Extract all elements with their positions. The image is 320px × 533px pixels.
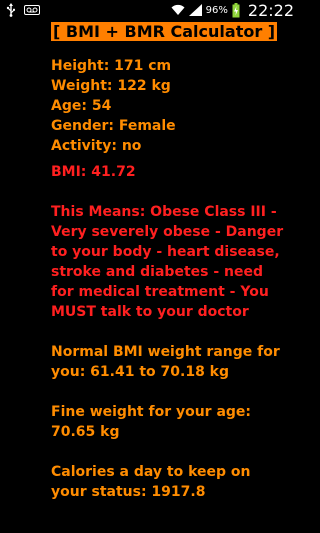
status-bar: 96% 22:22 — [0, 0, 300, 20]
gender-value: Gender: Female — [51, 118, 176, 134]
usb-icon — [6, 3, 16, 17]
user-info: Height: 171 cm Weight: 122 kg Age: 54 Ge… — [51, 56, 291, 156]
calculator-results: [ BMI + BMR Calculator ] Height: 171 cm … — [51, 22, 291, 502]
clock: 22:22 — [247, 0, 294, 20]
app-title: [ BMI + BMR Calculator ] — [51, 22, 278, 41]
battery-percent: 96% — [205, 4, 228, 16]
height-value: Height: 171 cm — [51, 58, 172, 74]
fine-weight: Fine weight for your age: 70.65 kg — [51, 404, 252, 440]
daily-calories: Calories a day to keep on your status: 1… — [51, 464, 251, 500]
bmi-meaning: This Means: Obese Class III - Very sever… — [51, 204, 284, 320]
wifi-icon — [171, 4, 185, 16]
weight-value: Weight: 122 kg — [51, 78, 171, 94]
status-system-icons: 96% 22:22 — [171, 0, 294, 20]
bmi-value: BMI: 41.72 — [51, 164, 136, 180]
normal-bmi-range: Normal BMI weight range for you: 61.41 t… — [51, 344, 280, 380]
age-value: Age: 54 — [51, 98, 112, 114]
activity-value: Activity: no — [51, 138, 142, 154]
voicemail-icon — [24, 5, 40, 15]
signal-icon — [188, 4, 202, 16]
status-notifications — [6, 3, 40, 17]
battery-charging-icon — [232, 2, 240, 18]
